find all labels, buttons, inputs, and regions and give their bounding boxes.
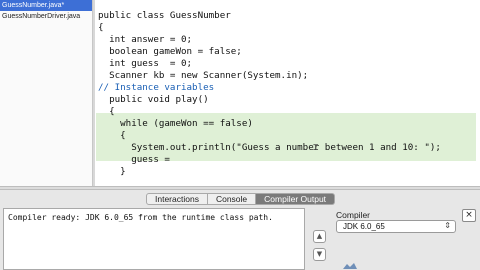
code-line: while (gameWon == false) <box>98 118 253 129</box>
code-line: Scanner kb = new Scanner(System.in); <box>98 70 309 81</box>
logo-icon <box>343 263 357 269</box>
close-panel-button[interactable]: × <box>462 209 476 222</box>
code-line: { <box>98 130 126 141</box>
code-line: boolean gameWon = false; <box>98 46 242 57</box>
compiler-select-value: JDK 6.0_65 <box>343 222 385 231</box>
chevron-down-icon: ▼ <box>316 250 323 258</box>
code-line: } <box>98 166 126 177</box>
code-line: public class GuessNumber <box>98 10 231 21</box>
compiler-label: Compiler <box>336 210 371 220</box>
tab-interactions[interactable]: Interactions <box>146 193 208 205</box>
file-item-guessnumberdriver[interactable]: GuessNumberDriver.java <box>0 11 92 22</box>
compiler-output-area[interactable]: Compiler ready: JDK 6.0_65 from the runt… <box>3 208 305 270</box>
scroll-up-button[interactable]: ▲ <box>313 230 326 243</box>
editor-gutter <box>93 0 95 186</box>
file-list-pane: GuessNumber.java* GuessNumberDriver.java <box>0 0 93 186</box>
code-line: guess = <box>98 154 176 165</box>
compiler-output-text: Compiler ready: JDK 6.0_65 from the runt… <box>8 213 273 222</box>
bottom-tab-bar: Interactions Console Compiler Output <box>146 193 336 205</box>
tab-console[interactable]: Console <box>207 193 257 205</box>
code-line: { <box>98 22 104 33</box>
code-line: int guess = 0; <box>98 58 193 69</box>
text-cursor-icon: ⌶ <box>313 143 319 153</box>
code-comment: // Instance variables <box>98 82 215 93</box>
code-line: { <box>98 106 115 117</box>
code-line: public void play() <box>98 94 209 105</box>
file-item-guessnumber[interactable]: GuessNumber.java* <box>0 0 92 11</box>
code-line: System.out.println("Guess a number betwe… <box>98 142 441 153</box>
dropdown-arrows-icon: ⇕ <box>444 221 451 230</box>
chevron-up-icon: ▲ <box>316 232 323 240</box>
compiler-select[interactable]: JDK 6.0_65 ⇕ <box>336 220 456 233</box>
code-line: int answer = 0; <box>98 34 193 45</box>
close-icon: × <box>465 210 473 220</box>
code-editor[interactable]: public class GuessNumber { int answer = … <box>93 0 480 186</box>
scroll-down-button[interactable]: ▼ <box>313 248 326 261</box>
tab-compiler-output[interactable]: Compiler Output <box>256 193 336 205</box>
